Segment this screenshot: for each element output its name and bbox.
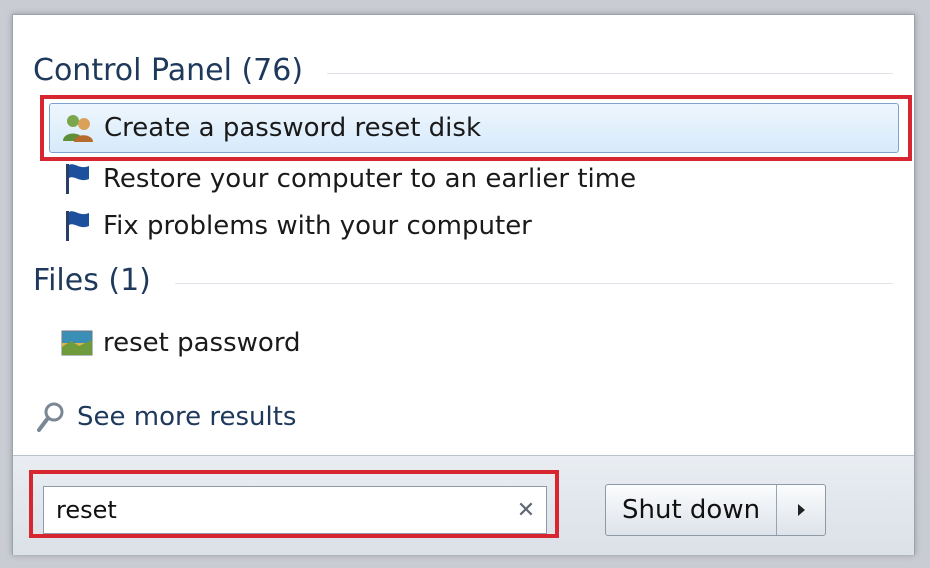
see-more-results-link[interactable]: See more results [33, 397, 296, 437]
start-menu-search-panel: Control Panel (76) Create a password res… [12, 14, 915, 555]
search-input[interactable]: reset ✕ [43, 486, 547, 534]
result-create-password-reset-disk[interactable]: Create a password reset disk [49, 103, 899, 153]
header-divider [174, 283, 893, 284]
result-label: Restore your computer to an earlier time [103, 164, 637, 194]
search-icon [33, 399, 69, 435]
result-reset-password-file[interactable]: reset password [59, 323, 301, 363]
result-restore-computer[interactable]: Restore your computer to an earlier time [59, 159, 636, 199]
result-label: reset password [103, 328, 301, 358]
flag-icon [59, 161, 95, 197]
control-panel-header-label: Control Panel (76) [33, 53, 304, 88]
files-group-header: Files (1) [33, 263, 893, 298]
search-input-value[interactable]: reset [56, 496, 506, 524]
see-more-label: See more results [77, 402, 297, 432]
bottom-bar: reset ✕ Shut down [13, 455, 914, 555]
files-header-label: Files (1) [33, 263, 151, 298]
result-label: Create a password reset disk [104, 113, 481, 143]
chevron-right-icon[interactable] [777, 485, 825, 535]
result-fix-problems[interactable]: Fix problems with your computer [59, 206, 532, 246]
users-icon [60, 110, 96, 146]
control-panel-group-header: Control Panel (76) [33, 53, 893, 88]
close-icon[interactable]: ✕ [506, 498, 546, 523]
shutdown-button-group: Shut down [605, 484, 827, 536]
image-file-icon [59, 325, 95, 361]
header-divider [327, 73, 893, 74]
flag-icon [59, 208, 95, 244]
result-label: Fix problems with your computer [103, 211, 532, 241]
shutdown-button[interactable]: Shut down [606, 485, 778, 535]
